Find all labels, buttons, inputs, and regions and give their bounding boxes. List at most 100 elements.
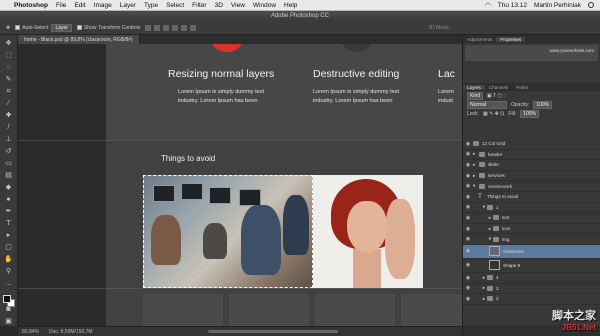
align-left-icon[interactable] — [172, 24, 179, 31]
tab-channels[interactable]: Channels — [485, 85, 512, 90]
visibility-eye-icon[interactable]: ◉ — [463, 151, 473, 157]
align-hcenter-icon[interactable] — [181, 24, 188, 31]
menu-type[interactable]: Type — [144, 2, 158, 9]
visibility-eye-icon[interactable]: ◉ — [463, 262, 473, 268]
horizontal-scrollbar[interactable] — [208, 330, 338, 333]
layer-row[interactable]: ◉ T Things to avoid — [463, 192, 600, 203]
opacity-field[interactable]: 100% — [533, 100, 553, 109]
layer-row-selected[interactable]: ◉ classroom — [463, 244, 600, 259]
menu-window[interactable]: Window — [253, 2, 276, 9]
visibility-eye-icon[interactable]: ◉ — [463, 275, 473, 281]
crop-icon[interactable]: ⌗ — [4, 87, 14, 96]
blur-icon[interactable]: ◆ — [4, 183, 14, 192]
layer-row[interactable]: ◉ Shape 8 — [463, 259, 600, 273]
lasso-icon[interactable]: ◌ — [4, 63, 14, 72]
layer-row[interactable]: ◉ ▸ 2 — [463, 294, 600, 305]
marquee-icon[interactable]: ⬚ — [4, 51, 14, 60]
visibility-eye-icon[interactable]: ◉ — [463, 285, 473, 291]
menu-view[interactable]: View — [231, 2, 245, 9]
layer-row[interactable]: ◉ 12 Col Grid — [463, 139, 600, 150]
disclosure-icon[interactable]: ▸ — [473, 275, 485, 281]
healing-icon[interactable]: ✚ — [4, 111, 14, 120]
filter-icons[interactable]: ▣ T ▢ ◌ — [487, 93, 506, 99]
align-bottom-icon[interactable] — [163, 24, 170, 31]
selection-marquee[interactable] — [143, 175, 313, 288]
visibility-eye-icon[interactable]: ◉ — [463, 236, 473, 242]
classroom-image[interactable] — [143, 175, 313, 288]
disclosure-icon[interactable]: ▸ — [473, 226, 491, 232]
layer-row[interactable]: ◉ ▾ img — [463, 234, 600, 245]
screen-mode-icon[interactable]: ▣ — [4, 317, 14, 326]
visibility-eye-icon[interactable]: ◉ — [463, 183, 473, 189]
gradient-icon[interactable]: ▤ — [4, 171, 14, 180]
visibility-eye-icon[interactable]: ◉ — [463, 215, 473, 221]
tab-layers[interactable]: Layers — [463, 84, 485, 90]
visibility-eye-icon[interactable]: ◉ — [463, 162, 473, 168]
fill-field[interactable]: 100% — [520, 109, 539, 118]
doc-size[interactable]: Doc: 8,59M/150,7M — [49, 329, 93, 335]
layer-row[interactable]: ◉ ▸ icon — [463, 224, 600, 235]
spotlight-icon[interactable] — [588, 2, 594, 8]
quick-select-icon[interactable]: ✎ — [4, 75, 14, 84]
menu-image[interactable]: Image — [94, 2, 112, 9]
align-right-icon[interactable] — [190, 24, 197, 31]
disclosure-icon[interactable]: ▸ — [473, 285, 485, 291]
visibility-eye-icon[interactable]: ◉ — [463, 204, 473, 210]
hand-icon[interactable]: ✋ — [4, 255, 14, 264]
history-brush-icon[interactable]: ↺ — [4, 147, 14, 156]
foreground-color-swatch[interactable] — [2, 295, 11, 303]
menu-layer[interactable]: Layer — [120, 2, 136, 9]
layer-row[interactable]: ◉ ▸ services — [463, 171, 600, 182]
tab-paths[interactable]: Paths — [512, 85, 532, 90]
align-vcenter-icon[interactable] — [154, 24, 161, 31]
menu-file[interactable]: File — [56, 2, 66, 9]
disclosure-icon[interactable]: ▾ — [473, 204, 485, 210]
brush-icon[interactable]: / — [4, 123, 14, 132]
move-icon[interactable]: ✥ — [4, 39, 14, 48]
menu-3d[interactable]: 3D — [215, 2, 223, 9]
align-top-icon[interactable] — [145, 24, 152, 31]
eyedropper-icon[interactable]: ⁄ — [4, 99, 14, 108]
auto-select-checkbox[interactable] — [15, 25, 21, 30]
zoom-icon[interactable]: ⚲ — [4, 267, 14, 276]
document-canvas[interactable]: Resizing normal layers Lorem Ipsum is si… — [106, 44, 462, 326]
document-tab[interactable]: home - Black.psd @ 89,8% (classroom, RGB… — [18, 35, 140, 44]
disclosure-icon[interactable]: ▾ — [473, 236, 491, 242]
menu-app-name[interactable]: Photoshop — [14, 2, 48, 9]
eraser-icon[interactable]: ▭ — [4, 159, 14, 168]
layer-row[interactable]: ◉ ▸ 4 — [463, 273, 600, 284]
canvas-area[interactable]: Resizing normal layers Lorem Ipsum is si… — [18, 44, 462, 326]
user-name[interactable]: Martin Perhiniak — [534, 2, 581, 9]
layer-row[interactable]: ◉ ▸ header — [463, 150, 600, 161]
guide-horizontal-2[interactable] — [18, 288, 462, 289]
menu-help[interactable]: Help — [284, 2, 297, 9]
blend-mode-dropdown[interactable]: Normal — [467, 100, 507, 109]
auto-select-dropdown[interactable]: Layer — [51, 23, 72, 32]
menu-edit[interactable]: Edit — [74, 2, 85, 9]
stamp-icon[interactable]: ⊥ — [4, 135, 14, 144]
visibility-eye-icon[interactable]: ◉ — [463, 141, 473, 147]
pen-icon[interactable]: ✒ — [4, 207, 14, 216]
path-select-icon[interactable]: ▸ — [4, 231, 14, 240]
clock[interactable]: Thu 13.12 — [498, 2, 527, 9]
layer-row[interactable]: ◉ ▾ recent-work — [463, 181, 600, 192]
shape-icon[interactable]: ▢ — [4, 243, 14, 252]
menu-filter[interactable]: Filter — [192, 2, 206, 9]
show-transform-checkbox[interactable] — [76, 25, 82, 30]
disclosure-icon[interactable]: ▸ — [473, 215, 491, 221]
visibility-eye-icon[interactable]: ◉ — [463, 173, 473, 179]
move-tool-icon[interactable]: ✥ — [6, 25, 10, 31]
color-swatches[interactable] — [2, 295, 15, 307]
guide-horizontal-1[interactable] — [18, 140, 462, 141]
disclosure-icon[interactable]: ▸ — [473, 296, 485, 302]
portrait-image[interactable] — [313, 175, 423, 288]
menu-select[interactable]: Select — [166, 2, 184, 9]
kind-filter[interactable]: Kind — [467, 91, 484, 100]
layer-row[interactable]: ◉ ▸ slider — [463, 160, 600, 171]
type-icon[interactable]: T — [4, 219, 14, 228]
layer-row[interactable]: ◉ ▸ 3 — [463, 284, 600, 295]
tab-adjustments[interactable]: Adjustments — [463, 37, 496, 42]
lock-icons[interactable]: ▦ ✎ ✥ ⊡ — [483, 111, 504, 117]
dodge-icon[interactable]: ● — [4, 195, 14, 204]
layer-row[interactable]: ◉ ▸ text — [463, 213, 600, 224]
